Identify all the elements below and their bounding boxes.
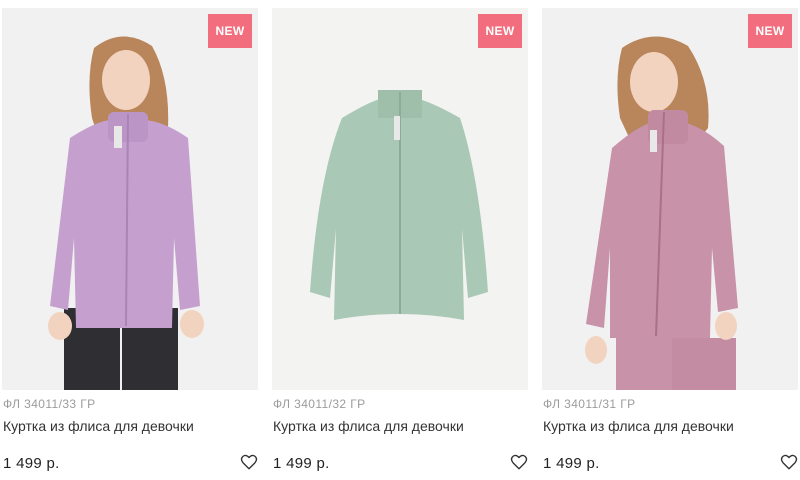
product-price: 1 499 р. (3, 455, 60, 472)
new-badge: NEW (208, 14, 252, 48)
product-image[interactable]: NEW (542, 8, 798, 390)
product-card[interactable]: NEW ФЛ 34011/33 ГР Куртка из флиса для д… (2, 0, 258, 480)
product-sku: ФЛ 34011/32 ГР (273, 397, 366, 411)
new-badge: NEW (478, 14, 522, 48)
product-sku: ФЛ 34011/33 ГР (3, 397, 96, 411)
product-sku: ФЛ 34011/31 ГР (543, 397, 636, 411)
product-name[interactable]: Куртка из флиса для девочки (3, 418, 213, 435)
product-name[interactable]: Куртка из флиса для девочки (543, 418, 753, 435)
product-name[interactable]: Куртка из флиса для девочки (273, 418, 483, 435)
product-grid: NEW ФЛ 34011/33 ГР Куртка из флиса для д… (0, 0, 800, 480)
product-image[interactable]: NEW (2, 8, 258, 390)
product-card[interactable]: NEW ФЛ 34011/32 ГР Куртка из флиса для д… (272, 0, 528, 480)
new-badge: NEW (748, 14, 792, 48)
product-price: 1 499 р. (543, 455, 600, 472)
heart-outline-icon[interactable] (510, 453, 528, 471)
heart-outline-icon[interactable] (240, 453, 258, 471)
product-card[interactable]: NEW ФЛ 34011/31 ГР Куртка из флиса для д… (542, 0, 798, 480)
product-image[interactable]: NEW (272, 8, 528, 390)
product-price: 1 499 р. (273, 455, 330, 472)
heart-outline-icon[interactable] (780, 453, 798, 471)
